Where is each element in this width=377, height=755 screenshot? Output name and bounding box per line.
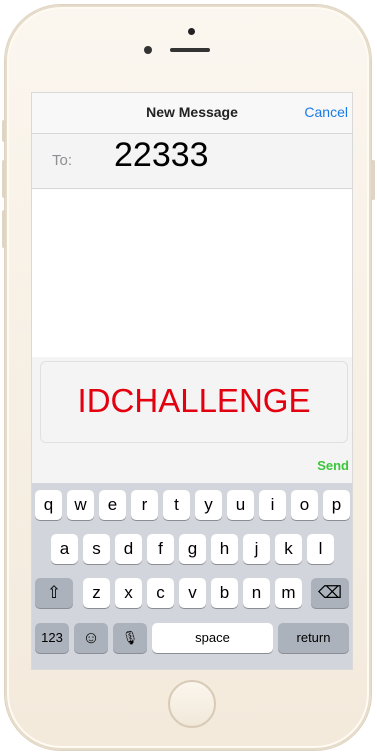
front-camera — [188, 28, 195, 35]
key-c[interactable]: c — [147, 578, 174, 608]
key-z[interactable]: z — [83, 578, 110, 608]
key-v[interactable]: v — [179, 578, 206, 608]
message-input[interactable]: IDCHALLENGE — [40, 361, 348, 443]
earpiece-speaker — [170, 48, 210, 52]
volume-up-button — [2, 160, 6, 198]
navigation-bar: New Message Cancel — [32, 93, 352, 134]
compose-row: IDCHALLENGE — [32, 357, 352, 447]
message-text: IDCHALLENGE — [77, 382, 311, 419]
recipient-label: To: — [52, 152, 73, 169]
silent-switch — [2, 120, 6, 142]
key-y[interactable]: y — [195, 490, 222, 520]
key-f[interactable]: f — [147, 534, 174, 564]
key-g[interactable]: g — [179, 534, 206, 564]
key-l[interactable]: l — [307, 534, 334, 564]
space-key[interactable]: space — [152, 623, 273, 653]
key-u[interactable]: u — [227, 490, 254, 520]
return-key[interactable]: return — [278, 623, 349, 653]
numbers-key[interactable]: 123 — [35, 623, 69, 653]
key-t[interactable]: t — [163, 490, 190, 520]
microphone-key[interactable]: 🎙 — [113, 623, 147, 653]
key-r[interactable]: r — [131, 490, 158, 520]
power-button — [371, 160, 375, 200]
volume-down-button — [2, 210, 6, 248]
proximity-sensor — [144, 46, 152, 54]
key-j[interactable]: j — [243, 534, 270, 564]
key-a[interactable]: a — [51, 534, 78, 564]
key-i[interactable]: i — [259, 490, 286, 520]
onscreen-keyboard: q w e r t y u i o p a s d f g h j k l ⇧ … — [32, 483, 352, 669]
key-n[interactable]: n — [243, 578, 270, 608]
key-x[interactable]: x — [115, 578, 142, 608]
send-row: Send — [32, 447, 352, 483]
key-b[interactable]: b — [211, 578, 238, 608]
home-button[interactable] — [168, 680, 216, 728]
key-d[interactable]: d — [115, 534, 142, 564]
key-h[interactable]: h — [211, 534, 238, 564]
shift-key[interactable]: ⇧ — [35, 578, 73, 608]
recipient-field[interactable]: To: 22333 — [32, 134, 352, 189]
key-e[interactable]: e — [99, 490, 126, 520]
send-button[interactable]: Send — [317, 458, 349, 473]
key-s[interactable]: s — [83, 534, 110, 564]
delete-key[interactable]: ⌫ — [311, 578, 349, 608]
cancel-button[interactable]: Cancel — [304, 104, 348, 120]
key-k[interactable]: k — [275, 534, 302, 564]
key-m[interactable]: m — [275, 578, 302, 608]
recipient-value[interactable]: 22333 — [114, 136, 209, 175]
key-q[interactable]: q — [35, 490, 62, 520]
emoji-key[interactable]: ☺ — [74, 623, 108, 653]
key-o[interactable]: o — [291, 490, 318, 520]
key-w[interactable]: w — [67, 490, 94, 520]
key-p[interactable]: p — [323, 490, 350, 520]
phone-screen: New Message Cancel To: 22333 IDCHALLENGE… — [31, 92, 353, 670]
conversation-area — [32, 189, 352, 357]
